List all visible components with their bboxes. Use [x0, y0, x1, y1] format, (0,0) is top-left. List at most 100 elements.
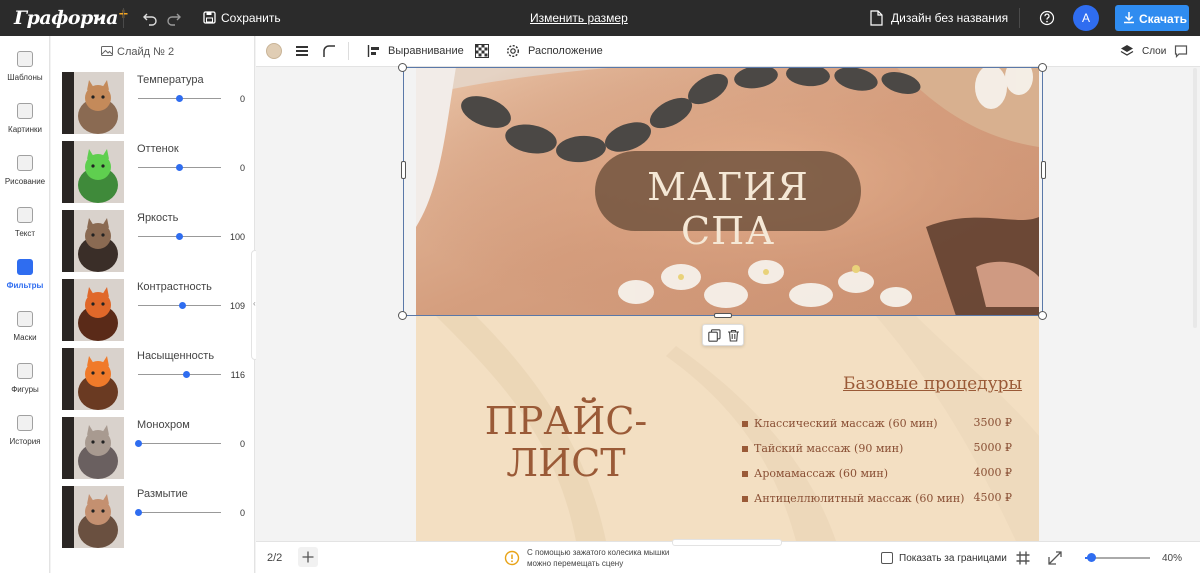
cat-thumbnail-image — [62, 279, 124, 341]
filter-row: Оттенок 0 — [62, 141, 252, 204]
filter-slider-knob[interactable] — [176, 95, 183, 102]
zoom-level: 40% — [1162, 553, 1183, 564]
show-bounds-label[interactable]: Показать за границами — [899, 553, 1007, 564]
rail-item-6[interactable]: Фигуры — [0, 355, 50, 403]
filter-slider-track[interactable] — [138, 374, 221, 375]
rail-item-4[interactable]: Фильтры — [0, 251, 50, 299]
duplicate-icon[interactable] — [708, 329, 721, 342]
comment-icon[interactable] — [1174, 44, 1188, 58]
resize-handle-left[interactable] — [401, 161, 406, 179]
divider — [348, 42, 349, 60]
procedure-row[interactable]: Антицеллюлитный массаж (60 мин) 4500 ₽ — [742, 491, 1012, 509]
filter-slider-knob[interactable] — [176, 233, 183, 240]
zoom-slider-knob[interactable] — [1087, 553, 1096, 562]
cat-thumbnail-image — [62, 141, 124, 203]
filter-value: 100 — [229, 232, 245, 242]
layers-icon[interactable] — [1120, 44, 1134, 58]
rail-item-5[interactable]: Маски — [0, 303, 50, 351]
show-bounds-checkbox[interactable] — [881, 552, 893, 564]
download-button[interactable]: Скачать — [1115, 5, 1189, 31]
procedure-name: Антицеллюлитный массаж (60 мин) — [754, 492, 965, 505]
slide[interactable]: МАГИЯ СПА ПРАЙС- ЛИСТ Базовые процедуры … — [416, 67, 1039, 541]
resize-button[interactable]: Изменить размер — [530, 11, 628, 25]
text-icon — [17, 207, 33, 223]
align-button[interactable]: Выравнивание — [388, 45, 464, 57]
resize-handle-bottom[interactable] — [714, 313, 732, 318]
redo-icon[interactable] — [166, 10, 182, 26]
document-name[interactable]: Дизайн без названия — [891, 11, 1008, 25]
filter-slider-knob[interactable] — [134, 440, 142, 447]
fit-screen-icon[interactable] — [1047, 550, 1063, 566]
resize-handle-top-left[interactable] — [398, 63, 407, 72]
filter-preview-thumbnail[interactable] — [62, 486, 124, 548]
rail-item-3[interactable]: Текст — [0, 199, 50, 247]
resize-handle-top-right[interactable] — [1038, 63, 1047, 72]
gear-icon[interactable] — [506, 44, 520, 58]
procedure-row[interactable]: Классический массаж (60 мин) 3500 ₽ — [742, 416, 1012, 434]
filter-value: 116 — [230, 370, 245, 380]
transparency-icon[interactable] — [475, 44, 489, 58]
info-warning-icon — [504, 550, 520, 566]
fill-color-swatch[interactable] — [266, 43, 282, 59]
filter-value: 0 — [239, 163, 245, 173]
hero-title-pill[interactable]: МАГИЯ СПА — [595, 151, 861, 253]
procedure-price: 4000 ₽ — [973, 466, 1013, 479]
undo-icon[interactable] — [142, 10, 158, 26]
grid-icon[interactable] — [1015, 550, 1031, 566]
filter-slider-knob[interactable] — [134, 509, 142, 516]
image-icon — [101, 46, 113, 56]
slide-title: Слайд № 2 — [101, 46, 175, 58]
procedure-name: Классический массаж (60 мин) — [754, 417, 938, 430]
canvas-area[interactable]: МАГИЯ СПА ПРАЙС- ЛИСТ Базовые процедуры … — [256, 67, 1200, 541]
rail-item-7[interactable]: История — [0, 407, 50, 455]
procedure-price: 3500 ₽ — [973, 416, 1013, 429]
rail-item-1[interactable]: Картинки — [0, 95, 50, 143]
top-bar: Графорна+ Сохранить Изменить размер Диза… — [0, 0, 1200, 36]
slide-title-text: Слайд № 2 — [117, 46, 175, 58]
spa-photo[interactable]: МАГИЯ СПА — [416, 67, 1039, 316]
pages-drawer-tab[interactable] — [672, 539, 782, 546]
hint-line-1: С помощью зажатого колесика мышки — [527, 548, 670, 557]
rail-item-label: Рисование — [4, 177, 46, 186]
filter-slider-knob[interactable] — [179, 302, 187, 309]
filter-slider-knob[interactable] — [182, 371, 190, 378]
add-page-button[interactable] — [298, 547, 318, 567]
filter-preview-thumbnail[interactable] — [62, 417, 124, 479]
logo[interactable]: Графорна+ — [14, 7, 129, 29]
filter-slider-track[interactable] — [138, 512, 221, 513]
filter-row: Размытие 0 — [62, 486, 252, 549]
canvas-scrollbar[interactable] — [1193, 68, 1197, 328]
align-icon[interactable] — [367, 44, 381, 58]
filter-row: Монохром 0 — [62, 417, 252, 480]
filter-slider-track[interactable] — [138, 443, 221, 444]
chevron-down-icon[interactable] — [92, 10, 106, 24]
filter-preview-thumbnail[interactable] — [62, 348, 124, 410]
price-list-title[interactable]: ПРАЙС- ЛИСТ — [456, 400, 676, 484]
filters-panel: Слайд № 2 Температура 0 Оттенок 0 Яркость 100… — [51, 36, 255, 573]
filter-preview-thumbnail[interactable] — [62, 72, 124, 134]
filter-preview-thumbnail[interactable] — [62, 141, 124, 203]
filter-preview-thumbnail[interactable] — [62, 210, 124, 272]
help-icon[interactable] — [1039, 10, 1055, 26]
filter-slider-knob[interactable] — [176, 164, 183, 171]
procedures-heading[interactable]: Базовые процедуры — [843, 374, 1022, 394]
position-button[interactable]: Расположение — [528, 45, 603, 57]
procedure-row[interactable]: Тайский массаж (90 мин) 5000 ₽ — [742, 441, 1012, 459]
shapes-icon — [17, 363, 33, 379]
resize-handle-right[interactable] — [1041, 161, 1046, 179]
save-icon[interactable] — [203, 11, 216, 24]
rail-item-2[interactable]: Рисование — [0, 147, 50, 195]
rail-item-0[interactable]: Шаблоны — [0, 43, 50, 91]
resize-handle-bottom-right[interactable] — [1038, 311, 1047, 320]
layers-button[interactable]: Слои — [1142, 46, 1166, 57]
bottom-bar: 2/2 С помощью зажатого колесика мышки мо… — [256, 539, 1200, 573]
stroke-width-icon[interactable] — [295, 44, 309, 58]
filter-preview-thumbnail[interactable] — [62, 279, 124, 341]
save-button[interactable]: Сохранить — [221, 11, 281, 25]
avatar[interactable]: A — [1073, 5, 1099, 31]
resize-handle-bottom-left[interactable] — [398, 311, 407, 320]
corner-radius-icon[interactable] — [322, 44, 336, 58]
trash-icon[interactable] — [727, 329, 740, 342]
price-list-section[interactable]: ПРАЙС- ЛИСТ Базовые процедуры Классическ… — [416, 316, 1039, 541]
procedure-row[interactable]: Аромамассаж (60 мин) 4000 ₽ — [742, 466, 1012, 484]
